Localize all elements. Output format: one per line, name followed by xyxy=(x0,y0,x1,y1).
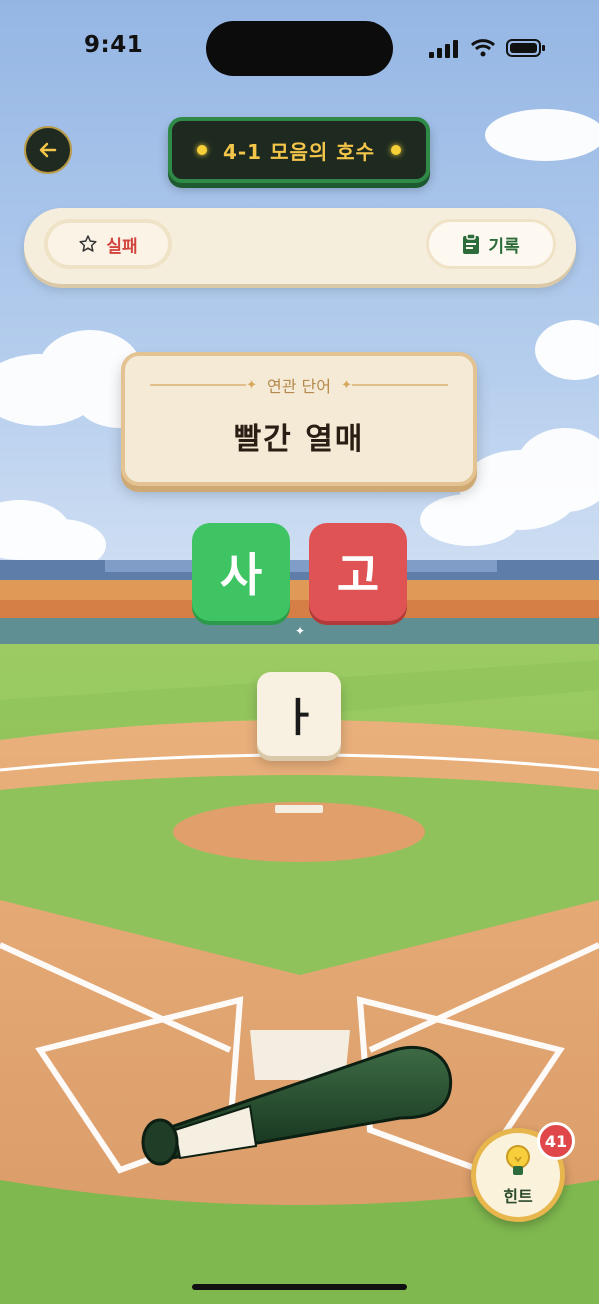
hint-count-badge: 41 xyxy=(537,1122,575,1160)
stadium-background xyxy=(0,0,599,1304)
back-button[interactable] xyxy=(24,126,72,174)
arrow-left-icon xyxy=(39,142,57,158)
title-light-right xyxy=(391,145,402,155)
wifi-icon xyxy=(470,39,496,57)
record-button[interactable]: 기록 xyxy=(426,219,556,269)
signal-icon xyxy=(429,40,458,58)
fail-label: 실패 xyxy=(106,236,138,257)
clipboard-icon xyxy=(463,233,480,254)
vowel-tile[interactable]: ㅏ xyxy=(257,672,341,756)
home-indicator[interactable] xyxy=(192,1284,407,1290)
sparkle-icon: ✦ xyxy=(246,377,258,393)
lightbulb-icon xyxy=(506,1145,530,1175)
divider xyxy=(150,384,247,386)
clue-label: 연관 단어 xyxy=(267,377,331,396)
answer-tile[interactable]: 고 xyxy=(309,523,407,621)
star-outline-icon xyxy=(79,235,97,252)
divider xyxy=(351,384,448,386)
level-title-plate: 4-1 모음의 호수 xyxy=(168,117,430,183)
battery-icon xyxy=(506,39,545,57)
fail-button[interactable]: 실패 xyxy=(44,219,172,269)
sparkle-icon: ✦ xyxy=(340,377,352,393)
level-title: 4-1 모음의 호수 xyxy=(222,139,376,164)
answer-tile[interactable]: 사 xyxy=(192,523,290,621)
title-light-left xyxy=(196,145,207,155)
record-label: 기록 xyxy=(488,236,520,257)
hint-label: 힌트 xyxy=(503,1187,533,1206)
clue-label-row: ✦ 연관 단어 ✦ xyxy=(150,374,448,396)
dynamic-island xyxy=(206,21,393,76)
clue-word: 빨간 열매 xyxy=(233,422,365,457)
status-time: 9:41 xyxy=(84,32,144,58)
sparkle-icon: ✦ xyxy=(295,624,306,638)
